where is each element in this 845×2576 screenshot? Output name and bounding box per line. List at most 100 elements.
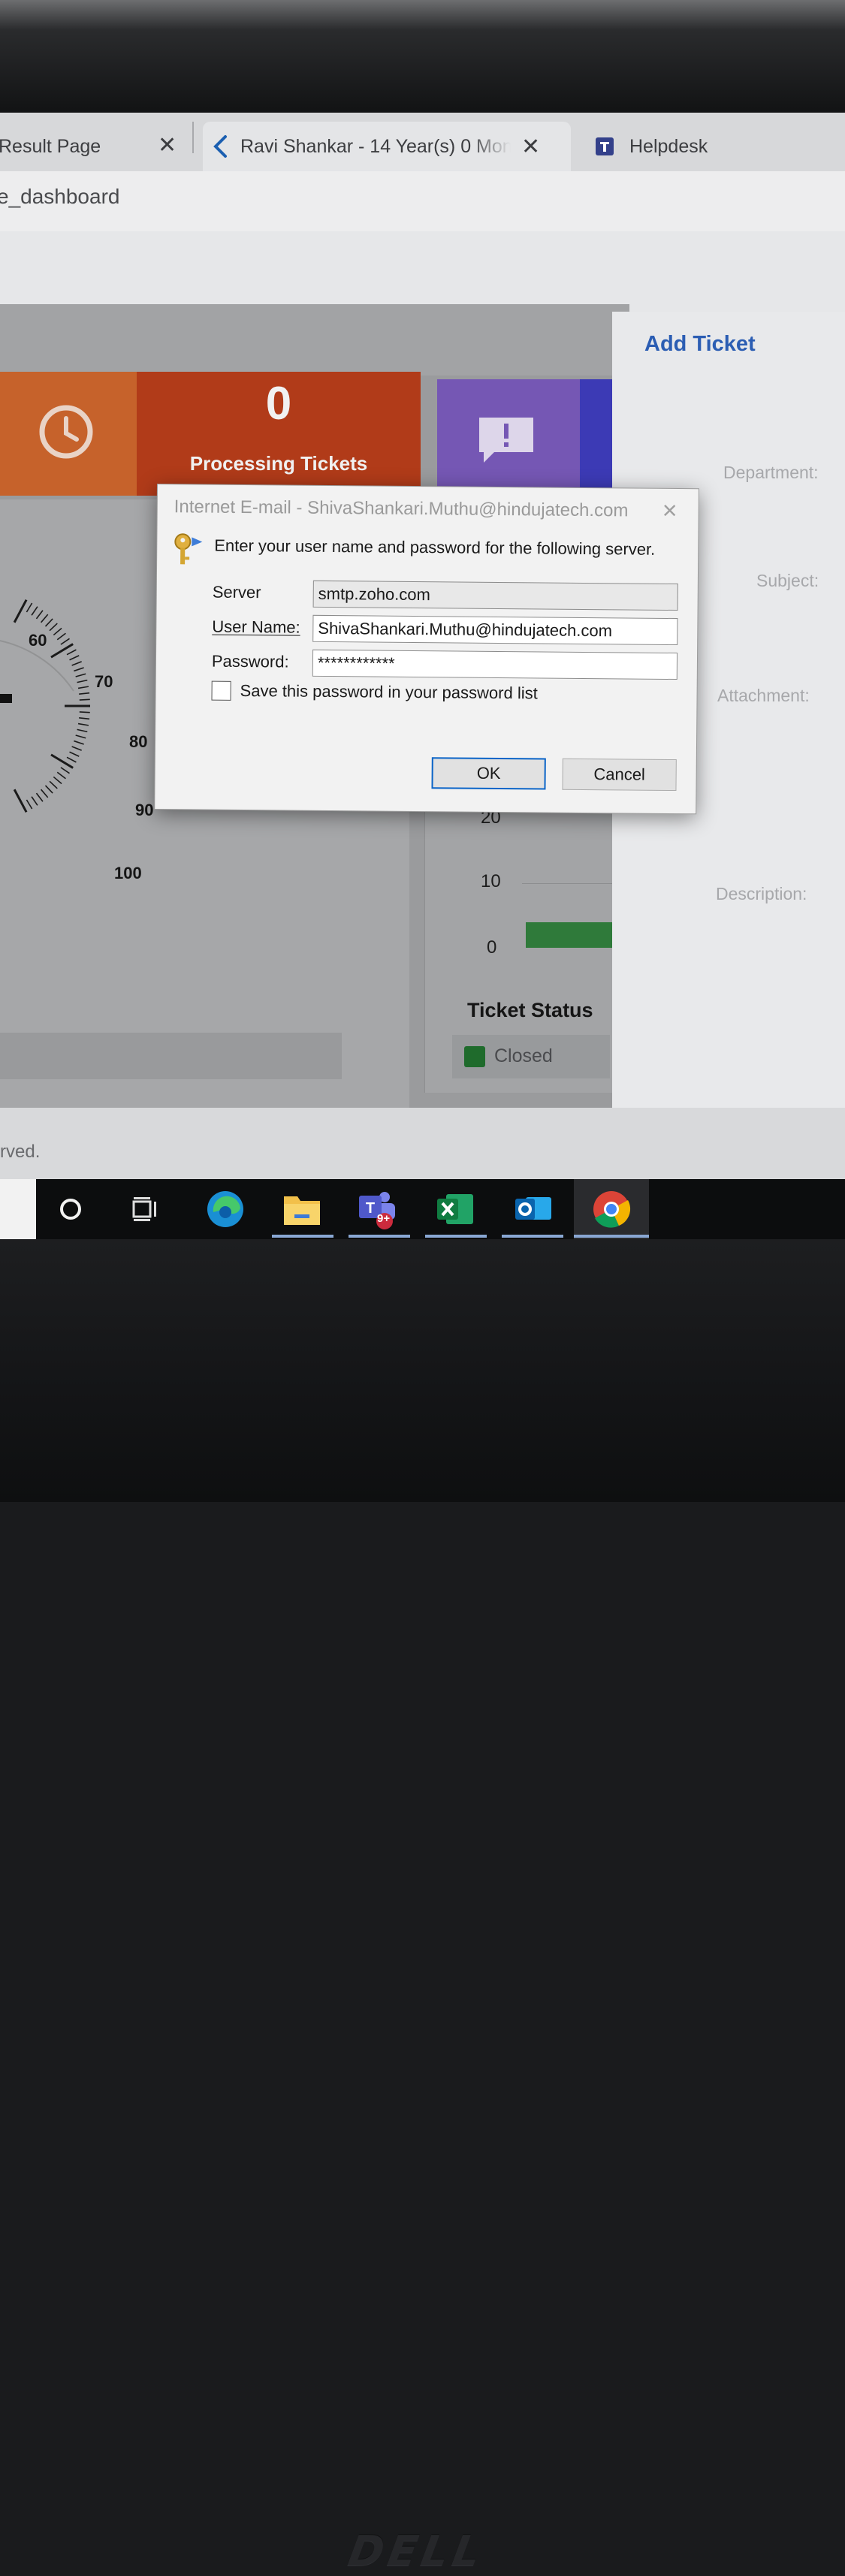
processing-tickets-count: 0: [265, 378, 292, 430]
gauge-minor-tick: [60, 638, 70, 645]
edge-icon[interactable]: [204, 1188, 246, 1230]
gauge-minor-tick: [79, 692, 90, 695]
chart-title: Ticket Status: [467, 999, 593, 1021]
gauge-minor-tick: [56, 771, 66, 780]
browser-tab-strip: Result Page ✕ Ravi Shankar - 14 Year(s) …: [0, 113, 845, 171]
tab-label: Result Page: [0, 135, 101, 157]
chart-bar-closed[interactable]: [526, 922, 612, 948]
outlook-icon[interactable]: [512, 1188, 554, 1230]
search-icon[interactable]: [50, 1188, 92, 1230]
close-icon[interactable]: ✕: [158, 132, 177, 158]
dialog-message: Enter your user name and password for th…: [214, 535, 656, 559]
site-favicon-icon: [213, 135, 227, 158]
tab-separator: [192, 122, 194, 153]
teams-icon[interactable]: T 9+: [356, 1188, 398, 1230]
tab-label: Ravi Shankar - 14 Year(s) 0 Month: [240, 135, 511, 157]
gauge-label-60: 60: [29, 631, 47, 650]
gauge-minor-tick: [35, 792, 44, 802]
gauge-minor-tick: [79, 716, 90, 720]
gauge-footer-bar: [0, 1033, 342, 1079]
gauge-label-100: 100: [114, 864, 142, 882]
gauge-minor-tick: [66, 649, 77, 656]
page-footer: [0, 1108, 845, 1179]
dell-logo: DELL: [344, 2527, 489, 2576]
processing-tickets-label: Processing Tickets: [189, 452, 368, 475]
tab-ravi-shankar[interactable]: Ravi Shankar - 14 Year(s) 0 Month ✕: [203, 122, 571, 171]
tab-result-page[interactable]: Result Page ✕: [0, 122, 188, 171]
gauge-minor-tick: [77, 722, 89, 726]
ok-button[interactable]: OK: [431, 757, 546, 790]
close-icon[interactable]: ✕: [521, 134, 540, 160]
gauge-minor-tick: [35, 610, 44, 620]
gauge-minor-tick: [41, 614, 49, 623]
cancel-button[interactable]: Cancel: [562, 758, 677, 792]
gauge-minor-tick: [77, 686, 89, 689]
address-url[interactable]: e_dashboard: [0, 185, 119, 209]
svg-text:T: T: [366, 1200, 375, 1217]
chrome-icon[interactable]: [590, 1188, 632, 1230]
monitor-bezel-bottom: DELL: [0, 1239, 845, 2576]
gridline: [522, 883, 612, 884]
excel-icon[interactable]: [434, 1188, 476, 1230]
gauge-major-tick: [50, 643, 74, 659]
legend-swatch-closed: [464, 1046, 485, 1067]
teams-badge: 9+: [377, 1212, 391, 1225]
tab-helpdesk[interactable]: Helpdesk: [586, 122, 843, 171]
server-field[interactable]: [312, 580, 678, 611]
gauge-minor-tick: [53, 627, 62, 636]
gauge-minor-tick: [44, 618, 53, 627]
gauge-minor-tick: [74, 740, 84, 745]
gauge-minor-tick: [41, 789, 49, 798]
close-icon[interactable]: ×: [662, 496, 678, 526]
gauge-minor-tick: [49, 623, 58, 632]
gauge-minor-tick: [71, 746, 82, 751]
save-password-checkbox[interactable]: [211, 680, 231, 701]
gauge-minor-tick: [77, 679, 88, 683]
gauge-minor-tick: [66, 756, 77, 763]
dialog-title: Internet E-mail - ShivaShankari.Muthu@hi…: [174, 496, 629, 521]
gauge-major-tick: [13, 599, 28, 623]
taskbar-search-box[interactable]: [0, 1179, 36, 1239]
attachment-label: Attachment:: [717, 686, 810, 705]
gauge-minor-tick: [74, 667, 84, 672]
gauge-minor-tick: [75, 734, 86, 739]
y-tick-10: 10: [481, 871, 501, 891]
gauge-chart: [0, 599, 90, 813]
subject-label: Subject:: [756, 571, 819, 590]
task-view-icon[interactable]: [125, 1188, 167, 1230]
username-field[interactable]: [312, 614, 678, 646]
add-ticket-title: Add Ticket: [644, 332, 756, 356]
address-bar[interactable]: e_dashboard: [0, 171, 845, 232]
running-indicator: [349, 1235, 410, 1238]
password-field[interactable]: [312, 649, 678, 680]
save-password-label[interactable]: Save this password in your password list: [240, 681, 537, 703]
running-indicator: [502, 1235, 563, 1238]
gauge-minor-tick: [75, 673, 86, 677]
gauge-minor-tick: [69, 655, 80, 661]
y-tick-0: 0: [487, 937, 497, 958]
running-indicator: [272, 1235, 333, 1238]
email-login-dialog: Internet E-mail - ShivaShankari.Muthu@hi…: [155, 484, 699, 814]
gauge-minor-tick: [77, 728, 88, 733]
tab-label: Helpdesk: [629, 135, 708, 157]
gauge-label-90: 90: [135, 801, 154, 819]
running-indicator: [574, 1235, 649, 1238]
gauge-minor-tick: [69, 751, 80, 757]
gauge-minor-tick: [44, 785, 53, 794]
running-indicator: [425, 1235, 487, 1238]
gauge-minor-tick: [31, 796, 38, 806]
gauge-minor-tick: [71, 661, 82, 666]
gauge-label-70: 70: [95, 672, 113, 691]
gauge-minor-tick: [53, 776, 62, 785]
file-explorer-icon[interactable]: [281, 1188, 323, 1230]
key-icon: [174, 533, 203, 565]
gauge-minor-tick: [56, 632, 66, 641]
legend-label-closed[interactable]: Closed: [494, 1045, 553, 1067]
gauge-minor-tick: [26, 602, 33, 613]
footer-copyright: rved.: [0, 1142, 41, 1162]
helpdesk-favicon-icon: [596, 137, 614, 155]
gauge-minor-tick: [79, 711, 90, 713]
gauge-minor-tick: [26, 799, 33, 810]
gauge-major-tick: [50, 753, 74, 769]
gauge-minor-tick: [49, 780, 58, 789]
